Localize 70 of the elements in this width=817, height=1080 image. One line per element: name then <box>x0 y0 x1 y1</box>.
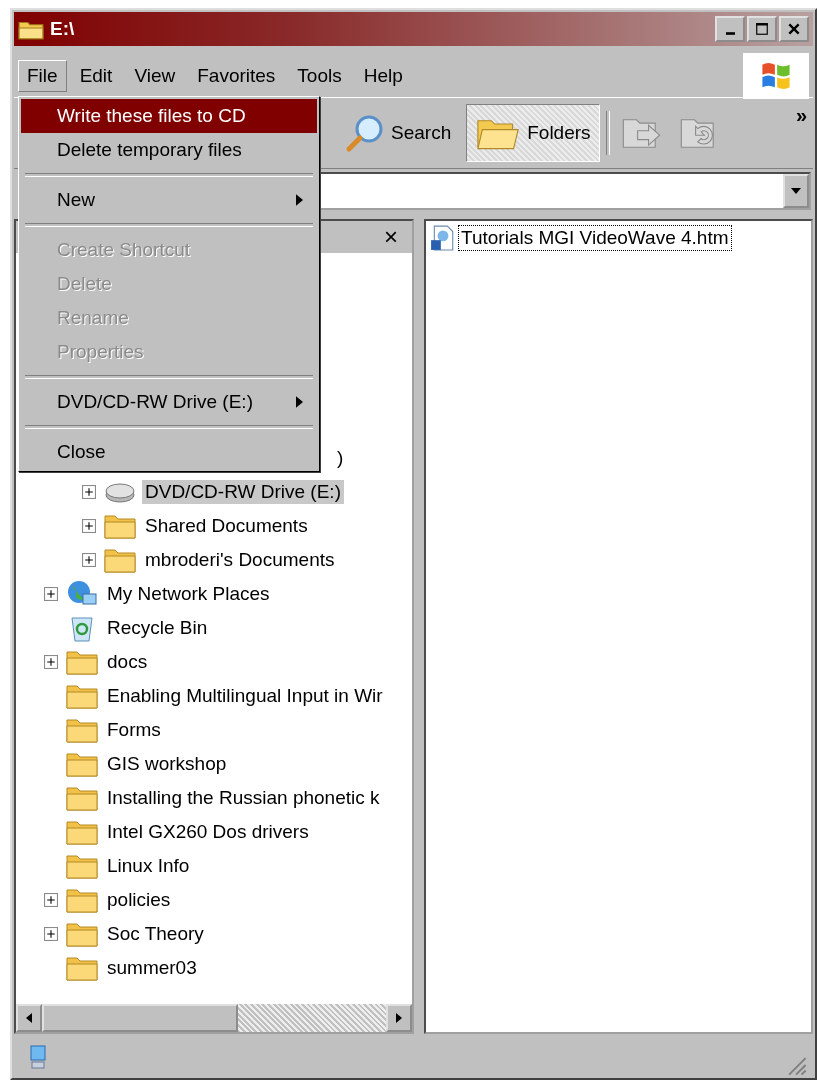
caret-icon <box>791 188 801 194</box>
tree-item[interactable]: docs <box>104 650 151 674</box>
folder-icon <box>66 818 98 846</box>
minimize-icon <box>725 31 735 35</box>
window-title: E:\ <box>50 18 75 40</box>
tree-item[interactable]: Recycle Bin <box>104 616 211 640</box>
expand-icon[interactable] <box>44 893 58 907</box>
folder-icon <box>104 546 136 574</box>
folder-icon <box>66 648 98 676</box>
tree-item[interactable]: Installing the Russian phonetic k <box>104 786 383 810</box>
expand-icon[interactable] <box>44 927 58 941</box>
tree-item[interactable]: Forms <box>104 718 164 742</box>
tree-item[interactable]: ) <box>334 446 347 470</box>
tree-item[interactable]: Intel GX260 Dos drivers <box>104 820 312 844</box>
web-page-icon <box>430 225 456 251</box>
network-globe-icon <box>66 580 98 608</box>
folders-button[interactable]: Folders <box>466 104 600 162</box>
menu-bar-item[interactable]: File <box>18 59 67 92</box>
menu-bar-item[interactable]: Favorites <box>188 59 285 92</box>
tree-item[interactable]: My Network Places <box>104 582 273 606</box>
menu-item[interactable]: Delete temporary files <box>21 133 317 167</box>
submenu-arrow-icon <box>296 194 303 206</box>
folder-icon <box>66 784 98 812</box>
submenu-arrow-icon <box>296 396 303 408</box>
menu-bar-item[interactable]: View <box>125 59 185 92</box>
expand-icon[interactable] <box>82 485 96 499</box>
folder-icon <box>66 954 98 982</box>
close-button[interactable] <box>779 16 809 42</box>
dropdown-button[interactable] <box>783 174 809 208</box>
expand-icon[interactable] <box>82 519 96 533</box>
folder-icon <box>104 512 136 540</box>
expand-icon[interactable] <box>44 655 58 669</box>
menu-item[interactable]: New <box>21 183 317 217</box>
menu-bar-item[interactable]: Help <box>354 59 412 92</box>
maximize-icon <box>755 22 769 36</box>
menu-bar-item[interactable]: Tools <box>288 59 351 92</box>
tree-item[interactable]: DVD/CD-RW Drive (E:) <box>142 480 344 504</box>
search-icon <box>345 113 385 153</box>
toolbar-overflow[interactable]: » <box>795 104 807 127</box>
tree-item[interactable]: Soc Theory <box>104 922 207 946</box>
horizontal-scrollbar[interactable] <box>16 1004 412 1032</box>
tree-item[interactable]: policies <box>104 888 174 912</box>
left-arrow-icon[interactable] <box>26 1013 32 1023</box>
folder-icon <box>66 920 98 948</box>
minimize-button[interactable] <box>715 16 745 42</box>
expand-icon[interactable] <box>44 587 58 601</box>
tree-item[interactable]: summer03 <box>104 956 200 980</box>
menu-item[interactable]: Write these files to CD <box>21 99 317 133</box>
close-pane-button[interactable]: × <box>384 223 398 251</box>
tree-item[interactable]: Linux Info <box>104 854 193 878</box>
folder-icon <box>66 716 98 744</box>
menu-item[interactable]: Close <box>21 435 317 469</box>
folder-icon <box>66 852 98 880</box>
maximize-button[interactable] <box>747 16 777 42</box>
tree-item[interactable]: GIS workshop <box>104 752 230 776</box>
search-button[interactable]: Search <box>336 104 461 162</box>
tree-item[interactable]: Shared Documents <box>142 514 311 538</box>
computer-icon <box>28 1044 48 1070</box>
expand-icon[interactable] <box>82 553 96 567</box>
folder-icon <box>66 886 98 914</box>
close-icon <box>787 22 801 36</box>
folder-icon <box>66 682 98 710</box>
right-arrow-icon[interactable] <box>396 1013 402 1023</box>
folder-icon <box>66 750 98 778</box>
scroll-thumb[interactable] <box>42 1004 238 1032</box>
menu-item[interactable]: DVD/CD-RW Drive (E:) <box>21 385 317 419</box>
tree-item[interactable]: mbroderi's Documents <box>142 548 338 572</box>
tree-item[interactable]: Enabling Multilingual Input in Wir <box>104 684 386 708</box>
file-name[interactable]: Tutorials MGI VideoWave 4.htm <box>458 225 732 251</box>
menu-bar-item[interactable]: Edit <box>70 59 122 92</box>
